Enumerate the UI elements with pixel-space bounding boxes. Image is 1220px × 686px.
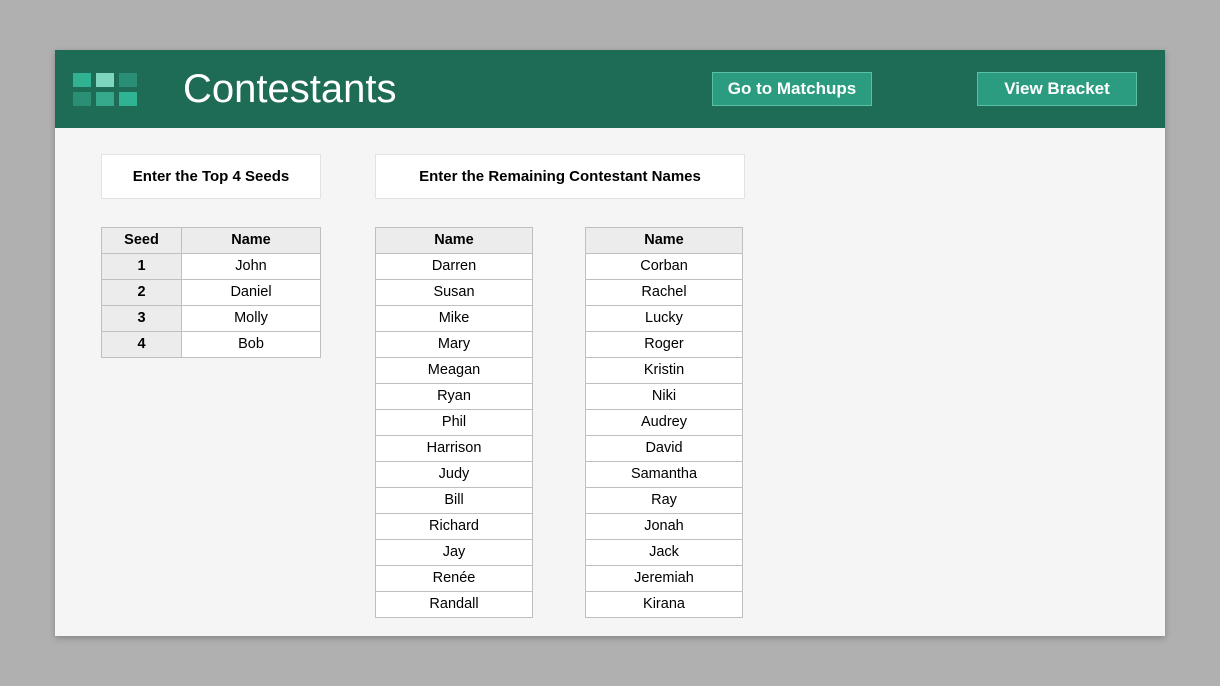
app-logo-icon [73,73,137,106]
contestant-name-cell[interactable]: Samantha [586,462,743,488]
contestant-name-cell[interactable]: Rachel [586,280,743,306]
table-row: Richard [376,514,533,540]
contestant-name-cell[interactable]: Kirana [586,592,743,618]
table-row: Audrey [586,410,743,436]
table-row: Jack [586,540,743,566]
top-seeds-title: Enter the Top 4 Seeds [101,154,321,199]
name-header: Name [586,228,743,254]
table-row: Harrison [376,436,533,462]
seed-name-cell[interactable]: Molly [182,306,321,332]
table-row: Jeremiah [586,566,743,592]
table-row: Bill [376,488,533,514]
remaining-table-2: Name CorbanRachelLuckyRogerKristinNikiAu… [585,227,743,618]
table-row: Jay [376,540,533,566]
header-bar: Contestants Go to Matchups View Bracket [55,50,1165,128]
table-row: Mary [376,332,533,358]
contestant-name-cell[interactable]: Audrey [586,410,743,436]
contestant-name-cell[interactable]: Renée [376,566,533,592]
contestant-name-cell[interactable]: Darren [376,254,533,280]
table-row: 3 Molly [102,306,321,332]
table-row: Phil [376,410,533,436]
seed-number: 4 [102,332,182,358]
contestant-name-cell[interactable]: Niki [586,384,743,410]
contestant-name-cell[interactable]: Richard [376,514,533,540]
name-header: Name [376,228,533,254]
table-row: David [586,436,743,462]
table-row: Rachel [586,280,743,306]
table-row: Susan [376,280,533,306]
page-title: Contestants [183,67,396,112]
seed-number: 1 [102,254,182,280]
table-row: Randall [376,592,533,618]
view-bracket-button[interactable]: View Bracket [977,72,1137,106]
contestant-name-cell[interactable]: Harrison [376,436,533,462]
contestant-name-cell[interactable]: Bill [376,488,533,514]
go-to-matchups-button[interactable]: Go to Matchups [712,72,872,106]
table-row: 4 Bob [102,332,321,358]
contestant-name-cell[interactable]: Mary [376,332,533,358]
contestant-name-cell[interactable]: Susan [376,280,533,306]
seed-name-cell[interactable]: John [182,254,321,280]
seed-header: Seed [102,228,182,254]
table-row: Niki [586,384,743,410]
seeds-table: Seed Name 1 John 2 Daniel 3 Moll [101,227,321,358]
top-seeds-section: Enter the Top 4 Seeds Seed Name 1 John 2 [101,154,321,618]
table-row: Lucky [586,306,743,332]
remaining-table-1: Name DarrenSusanMikeMaryMeaganRyanPhilHa… [375,227,533,618]
table-row: Kirana [586,592,743,618]
table-row: 2 Daniel [102,280,321,306]
contestant-name-cell[interactable]: Jeremiah [586,566,743,592]
contestant-name-cell[interactable]: Corban [586,254,743,280]
seed-name-cell[interactable]: Bob [182,332,321,358]
page-card: Contestants Go to Matchups View Bracket … [55,50,1165,636]
table-row: Darren [376,254,533,280]
contestant-name-cell[interactable]: Jay [376,540,533,566]
contestant-name-cell[interactable]: Jack [586,540,743,566]
table-row: Ray [586,488,743,514]
table-row: Renée [376,566,533,592]
contestant-name-cell[interactable]: Mike [376,306,533,332]
remaining-title: Enter the Remaining Contestant Names [375,154,745,199]
name-header: Name [182,228,321,254]
contestant-name-cell[interactable]: Meagan [376,358,533,384]
table-row: Kristin [586,358,743,384]
contestant-name-cell[interactable]: Roger [586,332,743,358]
seed-name-cell[interactable]: Daniel [182,280,321,306]
table-row: Corban [586,254,743,280]
contestant-name-cell[interactable]: Lucky [586,306,743,332]
contestant-name-cell[interactable]: Ray [586,488,743,514]
contestant-name-cell[interactable]: Jonah [586,514,743,540]
table-row: Mike [376,306,533,332]
table-row: Meagan [376,358,533,384]
table-row: Jonah [586,514,743,540]
contestant-name-cell[interactable]: David [586,436,743,462]
table-row: Roger [586,332,743,358]
contestant-name-cell[interactable]: Kristin [586,358,743,384]
content-area: Enter the Top 4 Seeds Seed Name 1 John 2 [55,128,1165,644]
contestant-name-cell[interactable]: Judy [376,462,533,488]
remaining-section: Enter the Remaining Contestant Names Nam… [375,154,745,618]
table-row: Ryan [376,384,533,410]
seed-number: 3 [102,306,182,332]
contestant-name-cell[interactable]: Phil [376,410,533,436]
contestant-name-cell[interactable]: Ryan [376,384,533,410]
seed-number: 2 [102,280,182,306]
table-row: 1 John [102,254,321,280]
table-row: Samantha [586,462,743,488]
table-row: Judy [376,462,533,488]
contestant-name-cell[interactable]: Randall [376,592,533,618]
